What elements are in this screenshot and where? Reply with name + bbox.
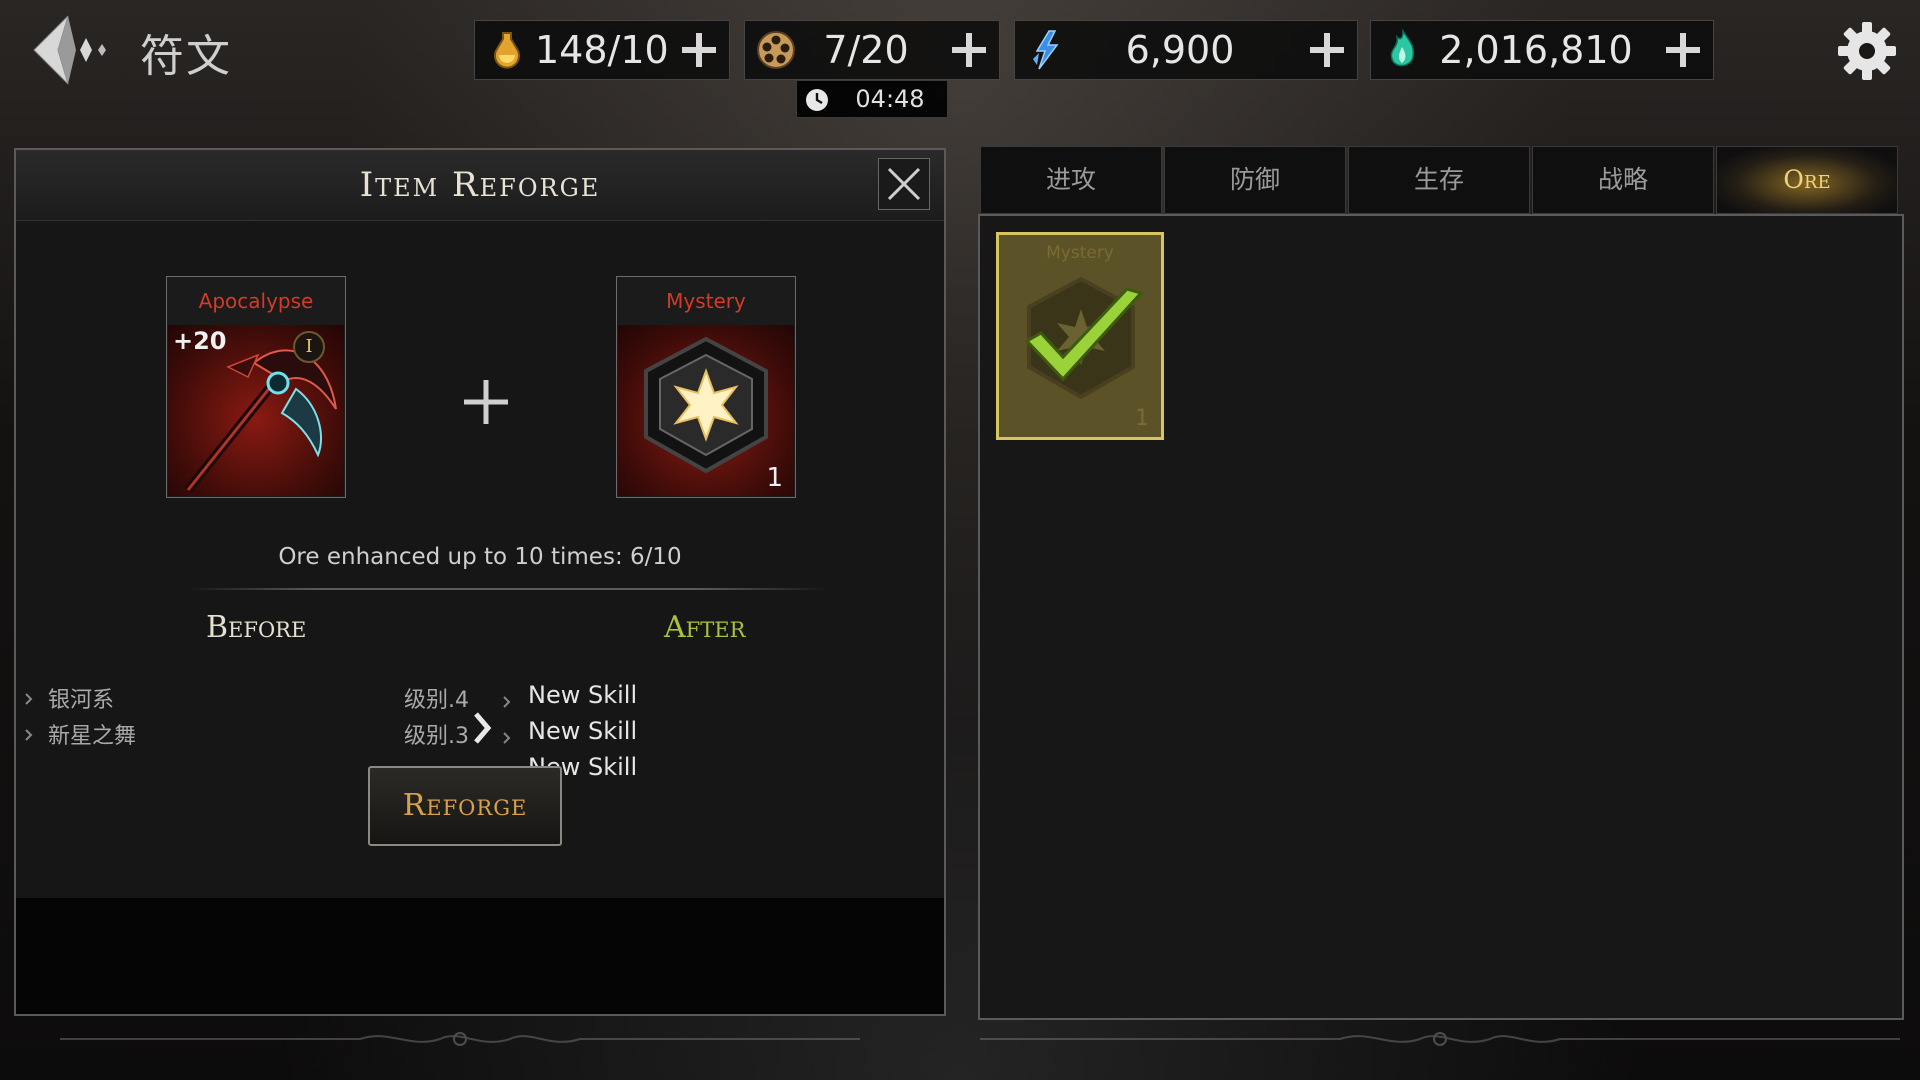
resource-crystals: 6,900 (1014, 20, 1358, 80)
reforge-button[interactable]: Reforge (368, 766, 562, 846)
green-soul-flame-icon (1381, 28, 1423, 71)
plus-icon (1666, 33, 1700, 67)
target-item-name: Apocalypse (198, 289, 314, 313)
resource-souls: 2,016,810 (1370, 20, 1714, 80)
tab-ore[interactable]: Ore (1716, 146, 1898, 214)
panel-footer (16, 898, 944, 1014)
add-stamina-button[interactable] (673, 25, 725, 75)
ore-item-slot[interactable]: Mystery 1 (616, 276, 796, 498)
after-skill-name: New Skill (528, 681, 638, 709)
transition-arrow-icon (472, 712, 492, 744)
inventory-item-mystery[interactable]: Mystery 1 (996, 232, 1164, 440)
potion-icon (485, 29, 527, 71)
plus-icon (952, 33, 986, 67)
before-skill-row: 新星之舞 级别.3 (24, 714, 474, 750)
timer-text: 04:48 (855, 85, 925, 113)
page-title: 符文 (140, 31, 232, 82)
crystals-value: 6,900 (1125, 28, 1235, 72)
souls-value: 2,016,810 (1439, 28, 1633, 72)
close-button[interactable] (878, 158, 930, 210)
gear-icon (1838, 22, 1896, 80)
blue-crystal-icon (1025, 29, 1067, 71)
tab-strategy[interactable]: 战略 (1532, 146, 1714, 214)
film-reel-icon (755, 29, 797, 71)
inventory-item-name: Mystery (1046, 243, 1114, 263)
before-skill-row: 银河系 级别.4 (24, 678, 474, 714)
plus-icon (682, 33, 716, 67)
reforge-button-label: Reforge (402, 788, 528, 823)
tab-attack[interactable]: 进攻 (980, 146, 1162, 214)
divider (188, 588, 828, 590)
before-skill-level: 级别.3 (404, 724, 469, 749)
target-item-slot[interactable]: Apocalypse +20 I (166, 276, 346, 498)
clock-icon (805, 88, 829, 112)
tickets-value: 7/20 (823, 28, 909, 72)
inventory-item-count: 1 (1135, 406, 1149, 431)
before-skill-name: 新星之舞 (48, 724, 137, 749)
checkmark-icon (1024, 287, 1144, 382)
item-tier-badge: I (293, 331, 325, 363)
item-reforge-panel: Item Reforge Apocalypse +20 I Mystery 1 … (14, 148, 946, 1016)
ornament-divider (60, 1032, 860, 1046)
bullet-icon (502, 723, 512, 744)
stamina-value: 148/10 (535, 28, 669, 72)
tab-survival[interactable]: 生存 (1348, 146, 1530, 214)
resource-stamina: 148/10 (474, 20, 730, 80)
resource-tickets: 7/20 (744, 20, 1000, 80)
after-skill-name: New Skill (528, 717, 638, 745)
tab-defense[interactable]: 防御 (1164, 146, 1346, 214)
ornament-divider (980, 1032, 1900, 1046)
after-skill-row: New Skill (502, 678, 802, 714)
after-skill-row: New Skill (502, 714, 802, 750)
item-level-label: +20 (173, 327, 227, 355)
back-button[interactable] (28, 10, 116, 90)
after-label: After (664, 610, 746, 645)
back-arrow-icon (33, 15, 106, 85)
enhance-progress-text: Ore enhanced up to 10 times: 6/10 (278, 544, 682, 570)
add-souls-button[interactable] (1657, 25, 1709, 75)
refill-timer: 04:48 (796, 80, 948, 118)
close-icon (887, 167, 921, 201)
add-tickets-button[interactable] (943, 25, 995, 75)
bullet-icon (24, 723, 34, 741)
before-skill-name: 银河系 (48, 688, 115, 713)
plus-icon (1310, 33, 1344, 67)
category-tabs: 进攻 防御 生存 战略 Ore (980, 146, 1900, 214)
panel-header: Item Reforge (16, 150, 944, 221)
add-crystals-button[interactable] (1301, 25, 1353, 75)
before-skill-level: 级别.4 (404, 688, 469, 713)
bullet-icon (24, 687, 34, 705)
ore-count: 1 (766, 463, 783, 493)
ore-item-name: Mystery (666, 289, 746, 313)
settings-button[interactable] (1834, 18, 1900, 84)
before-label: Before (206, 610, 307, 645)
combine-plus-icon (456, 372, 516, 432)
bullet-icon (502, 687, 512, 708)
panel-title: Item Reforge (359, 165, 601, 205)
